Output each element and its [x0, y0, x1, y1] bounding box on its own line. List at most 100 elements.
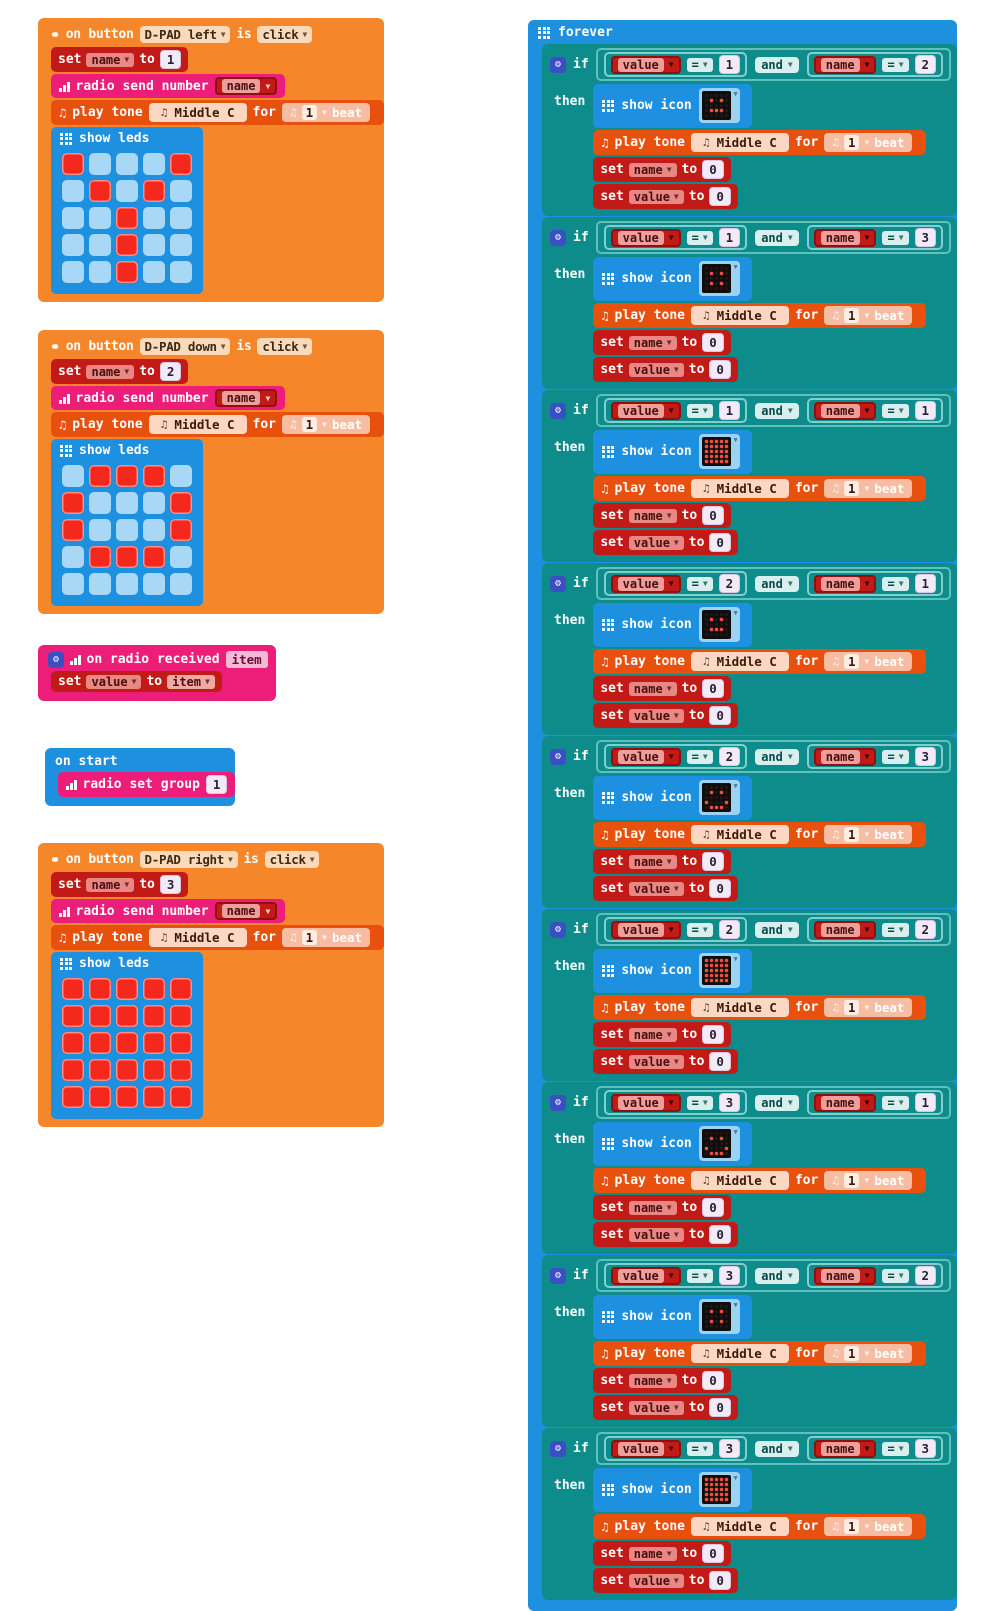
set-variable-block[interactable]: set name ▼ to 0 — [593, 1022, 731, 1047]
led-cell-r1-c1[interactable] — [62, 465, 84, 487]
variable-select[interactable]: name ▼ — [628, 1200, 677, 1215]
set-variable-block[interactable]: set name ▼ to 0 — [593, 157, 731, 182]
play-tone-block[interactable]: ♫ play tone ♫ Middle C for ♫ 1 ▼ beat — [593, 476, 927, 501]
led-cell-r3-c2[interactable] — [89, 519, 111, 541]
comparison-expression[interactable]: value ▼ = ▼ 2 — [603, 744, 748, 769]
variable-select[interactable]: value ▼ — [86, 674, 142, 689]
if-block-if-value3-name1[interactable]: ⚙ if value ▼ = ▼ 3 and ▼ name ▼ = ▼ 1 then show icon ▼ ♫ p… — [542, 1082, 958, 1254]
variable-select[interactable]: name ▼ — [628, 854, 677, 869]
tone-select[interactable]: ♫ Middle C — [691, 652, 789, 671]
beat-select[interactable]: ♫ 1 ▼ beat — [824, 652, 913, 671]
set-variable-block[interactable]: set name ▼ to 0 — [593, 1195, 731, 1220]
comparison-expression[interactable]: name ▼ = ▼ 3 — [806, 1436, 944, 1461]
event-block[interactable]: ⚭ on button D-PAD right ▼ is click ▼ set n… — [38, 843, 385, 1127]
variable-reporter[interactable]: name ▼ — [813, 1093, 877, 1112]
number-input[interactable]: 0 — [709, 879, 731, 898]
number-input[interactable]: 3 — [914, 228, 937, 247]
tone-select[interactable]: ♫ Middle C — [691, 133, 789, 152]
variable-reporter[interactable]: value ▼ — [610, 1093, 681, 1112]
show-icon-block[interactable]: show icon ▼ — [593, 1295, 752, 1339]
led-cell-r4-c4[interactable] — [143, 1059, 165, 1081]
beat-select[interactable]: ♫ 1 ▼ beat — [282, 103, 371, 122]
number-input[interactable]: 3 — [718, 1439, 741, 1458]
number-input[interactable]: 1 — [914, 1093, 937, 1112]
variable-reporter[interactable]: name ▼ — [214, 902, 278, 920]
if-block-if-value1-name2[interactable]: ⚙ if value ▼ = ▼ 1 and ▼ name ▼ = ▼ 2 then show icon ▼ ♫ p… — [542, 44, 958, 216]
led-cell-r2-c3[interactable] — [116, 1005, 138, 1027]
number-input[interactable]: 2 — [914, 920, 937, 939]
led-cell-r4-c4[interactable] — [143, 234, 165, 256]
variable-reporter[interactable]: name ▼ — [813, 747, 877, 766]
led-cell-r4-c3[interactable] — [116, 546, 138, 568]
and-operator[interactable]: and ▼ — [755, 1440, 799, 1457]
operator-select[interactable]: = ▼ — [882, 576, 909, 591]
led-cell-r4-c1[interactable] — [62, 234, 84, 256]
show-leds-block[interactable]: show leds — [51, 439, 203, 606]
variable-select[interactable]: name ▼ — [86, 364, 135, 379]
event-block[interactable]: ⚭ on button D-PAD down ▼ is click ▼ set na… — [38, 330, 385, 614]
and-operator[interactable]: and ▼ — [755, 921, 799, 938]
number-input[interactable]: 0 — [702, 333, 724, 352]
led-cell-r3-c1[interactable] — [62, 519, 84, 541]
if-block-if-value2-name3[interactable]: ⚙ if value ▼ = ▼ 2 and ▼ name ▼ = ▼ 3 then show icon ▼ ♫ p… — [542, 736, 958, 908]
show-leds-block[interactable]: show leds — [51, 127, 203, 294]
led-cell-r1-c5[interactable] — [170, 978, 192, 1000]
variable-reporter[interactable]: name ▼ — [813, 1439, 877, 1458]
beat-select[interactable]: ♫ 1 ▼ beat — [824, 306, 913, 325]
operator-select[interactable]: = ▼ — [686, 403, 713, 418]
set-variable-block[interactable]: set name ▼ to 0 — [593, 1368, 731, 1393]
set-variable-block[interactable]: set value ▼ to 0 — [593, 703, 738, 728]
variable-select[interactable]: name ▼ — [628, 335, 677, 350]
operator-select[interactable]: = ▼ — [882, 57, 909, 72]
play-tone-block[interactable]: ♫ play tone ♫ Middle C for ♫ 1 ▼ beat — [593, 303, 927, 328]
button-select[interactable]: D-PAD down ▼ — [139, 338, 231, 355]
number-input[interactable]: 0 — [709, 1398, 731, 1417]
variable-reporter[interactable]: value ▼ — [610, 1439, 681, 1458]
set-variable-block[interactable]: set value ▼ to 0 — [593, 530, 738, 555]
play-tone-block[interactable]: ♫ play tone ♫ Middle C for ♫ 1 ▼ beat — [593, 649, 927, 674]
number-input[interactable]: 2 — [159, 362, 182, 381]
set-variable-block[interactable]: set value ▼ to 0 — [593, 357, 738, 382]
show-icon-block[interactable]: show icon ▼ — [593, 1468, 752, 1512]
gear-icon[interactable]: ⚙ — [550, 921, 566, 938]
icon-select[interactable]: ▼ — [698, 261, 740, 296]
variable-reporter[interactable]: name ▼ — [214, 77, 278, 95]
variable-select[interactable]: name ▼ — [628, 508, 677, 523]
icon-select[interactable]: ▼ — [698, 1472, 740, 1507]
number-input[interactable]: 0 — [709, 533, 731, 552]
script-on-start[interactable]: on start radio set group 1 — [45, 748, 236, 806]
and-operator[interactable]: and ▼ — [755, 1267, 799, 1284]
show-icon-block[interactable]: show icon ▼ — [593, 84, 752, 128]
operator-select[interactable]: = ▼ — [882, 1095, 909, 1110]
gear-icon[interactable]: ⚙ — [550, 1267, 566, 1284]
led-cell-r5-c2[interactable] — [89, 261, 111, 283]
led-cell-r3-c5[interactable] — [170, 1032, 192, 1054]
number-input[interactable]: 1 — [159, 50, 182, 69]
led-cell-r5-c5[interactable] — [170, 573, 192, 595]
led-cell-r2-c3[interactable] — [116, 180, 138, 202]
number-input[interactable]: 1 — [718, 55, 741, 74]
operator-select[interactable]: = ▼ — [882, 1441, 909, 1456]
gear-icon[interactable]: ⚙ — [550, 229, 566, 246]
gear-icon[interactable]: ⚙ — [550, 1094, 566, 1111]
led-cell-r4-c2[interactable] — [89, 546, 111, 568]
led-cell-r2-c1[interactable] — [62, 180, 84, 202]
number-input[interactable]: 0 — [709, 1225, 731, 1244]
number-input[interactable]: 0 — [709, 1052, 731, 1071]
variable-reporter[interactable]: name ▼ — [813, 920, 877, 939]
number-input[interactable]: 0 — [709, 360, 731, 379]
beat-select[interactable]: ♫ 1 ▼ beat — [282, 415, 371, 434]
icon-select[interactable]: ▼ — [698, 1299, 740, 1334]
comparison-expression[interactable]: name ▼ = ▼ 1 — [806, 398, 944, 423]
beat-select[interactable]: ♫ 1 ▼ beat — [824, 1344, 913, 1363]
play-tone-block[interactable]: ♫ play tone ♫ Middle C for ♫ 1 ▼ beat — [593, 130, 927, 155]
icon-select[interactable]: ▼ — [698, 953, 740, 988]
led-cell-r1-c3[interactable] — [116, 978, 138, 1000]
play-tone-block[interactable]: ♫ play tone ♫ Middle C for ♫ 1 ▼ beat — [593, 1168, 927, 1193]
led-cell-r2-c1[interactable] — [62, 1005, 84, 1027]
script-on-button-dpad-down[interactable]: ⚭ on button D-PAD down ▼ is click ▼ set na… — [38, 330, 385, 614]
radio-send-number-block[interactable]: radio send number name ▼ — [51, 74, 286, 98]
comparison-expression[interactable]: name ▼ = ▼ 2 — [806, 52, 944, 77]
gear-icon[interactable]: ⚙ — [550, 402, 566, 419]
set-variable-block[interactable]: set value ▼ to item ▼ — [51, 671, 222, 692]
